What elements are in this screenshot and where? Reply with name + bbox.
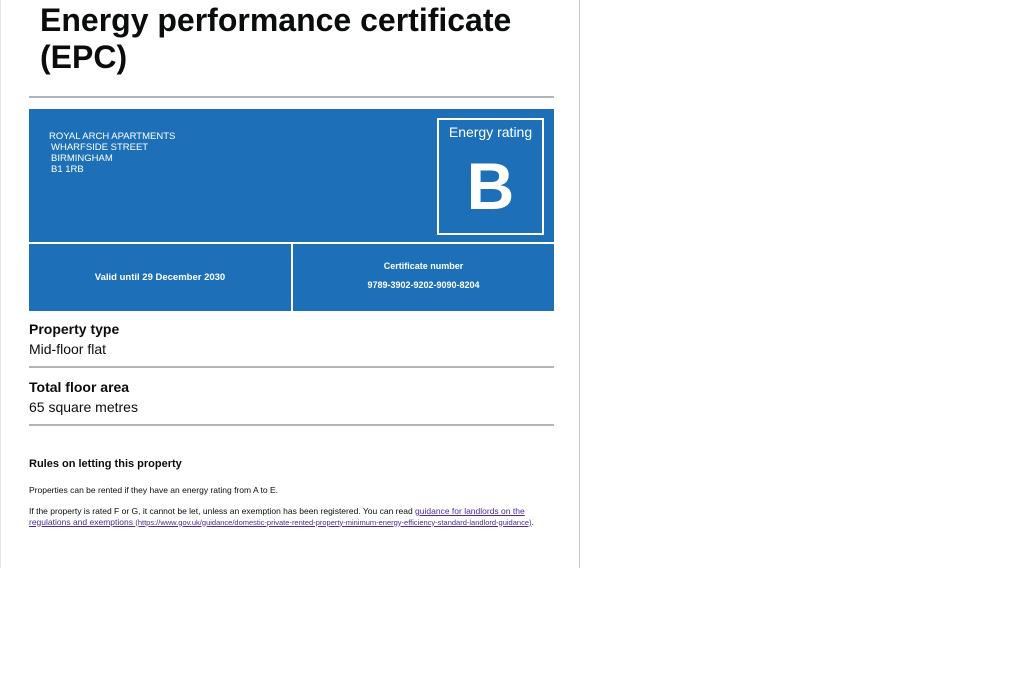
exemptions-text: If the property is rated F or G, it cann…: [29, 506, 416, 516]
certificate-number: 9789-3902-9202-9090-8204: [367, 280, 480, 290]
letting-rules-paragraph: Properties can be rented if they have an…: [29, 485, 279, 495]
epc-summary-panel: ROYAL ARCH APARTMENTS WHARFSIDE STREET B…: [29, 109, 554, 311]
exemptions-text-end: .: [531, 516, 534, 527]
property-type-value: Mid-floor flat: [29, 341, 107, 357]
landlord-guidance-link-url[interactable]: (https://www.gov.uk/guidance/domestic-pr…: [135, 518, 531, 527]
address-line: ROYAL ARCH APARTMENTS: [49, 131, 176, 142]
address-line: BIRMINGHAM: [51, 153, 113, 164]
certificate-number-label: Certificate number: [383, 261, 464, 271]
section-divider: [29, 366, 554, 368]
address-line: B1 1RB: [51, 164, 84, 175]
floor-area-label: Total floor area: [29, 379, 130, 395]
title-divider: [29, 96, 554, 98]
valid-until-text: Valid until 29 December 2030: [94, 272, 226, 283]
energy-rating-box: Energy rating B: [437, 118, 544, 235]
letting-rules-exemptions-paragraph: If the property is rated F or G, it cann…: [29, 506, 554, 528]
page-title-line-1: Energy performance certificate: [40, 2, 512, 38]
certificate-page: Energy performance certificate (EPC) ROY…: [0, 0, 580, 568]
property-type-label: Property type: [29, 321, 120, 337]
section-divider: [29, 424, 554, 426]
page-title: Energy performance certificate (EPC): [40, 2, 560, 76]
certificate-number-block: Certificate number 9789-3902-9202-9090-8…: [293, 244, 554, 311]
letting-rules-heading: Rules on letting this property: [29, 458, 182, 470]
address-line: WHARFSIDE STREET: [51, 142, 149, 153]
floor-area-value: 65 square metres: [29, 399, 138, 415]
energy-rating-letter: B: [466, 149, 515, 223]
property-address: ROYAL ARCH APARTMENTS WHARFSIDE STREET B…: [49, 131, 175, 175]
page-title-line-2: (EPC): [40, 39, 128, 75]
energy-rating-label: Energy rating: [448, 124, 533, 140]
valid-until: Valid until 29 December 2030: [29, 244, 291, 311]
